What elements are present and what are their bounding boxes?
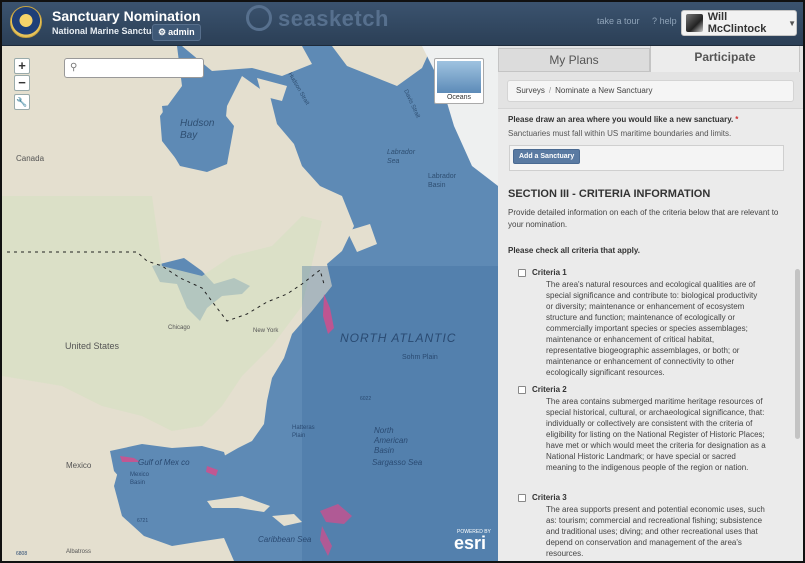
user-name: Will McClintock	[707, 11, 767, 35]
map-label-labrador-sea: Labrador Sea	[387, 149, 416, 165]
criteria-3-checkbox[interactable]	[518, 494, 526, 502]
map-label-caribbean-sea: Caribbean Sea	[258, 535, 312, 544]
seasketch-logo-icon	[246, 5, 272, 32]
map-label-mexico-basin: Mexico Basin	[130, 472, 150, 486]
map-label-north-american-basin: North American Basin	[374, 426, 408, 455]
map-label-new-york: New York	[253, 328, 279, 334]
breadcrumb-separator: /	[548, 86, 552, 95]
criteria-1-title: Criteria 1	[532, 268, 567, 277]
criteria-2-title: Criteria 2	[532, 385, 567, 394]
tab-participate[interactable]: Participate	[650, 46, 800, 72]
criteria-3-title: Criteria 3	[532, 493, 567, 502]
breadcrumb-current: Nominate a New Sanctuary	[555, 86, 653, 95]
avatar	[686, 14, 703, 32]
zoom-out-button[interactable]: −	[14, 75, 30, 91]
sanctuary-list: Add a Sanctuary	[509, 145, 784, 171]
map-label-mexico: Mexico	[66, 461, 92, 470]
add-sanctuary-button[interactable]: Add a Sanctuary	[513, 149, 581, 164]
basemap-label: Oceans	[446, 94, 472, 101]
help-label: help	[659, 16, 677, 26]
section-title: SECTION III - CRITERIA INFORMATION	[508, 188, 711, 200]
question-icon: ?	[652, 16, 658, 26]
top-links: take a tour ? help	[597, 16, 677, 26]
user-menu-button[interactable]: Will McClintock ▼	[681, 10, 797, 36]
criteria-2-checkbox[interactable]	[518, 386, 526, 394]
zoom-in-button[interactable]: +	[14, 58, 30, 74]
gear-icon: ⚙	[158, 27, 167, 37]
map-label-labrador-basin: Labrador Basin	[428, 173, 457, 189]
map-label-depth-6721: 6721	[137, 518, 149, 524]
question-draw-area: Please draw an area where you would like…	[508, 115, 738, 124]
breadcrumb-surveys[interactable]: Surveys	[516, 86, 545, 95]
map-label-albatross: Albatross	[66, 549, 92, 555]
participate-panel: My Plans Participate Surveys / Nominate a …	[498, 46, 803, 561]
criteria-2-description: The area contains submerged maritime her…	[546, 397, 766, 472]
map-view[interactable]: + − 🔧 ⚲ Oceans Hudson Bay Canada Hudson …	[2, 46, 498, 561]
admin-label: admin	[168, 27, 195, 37]
brand-name: seasketch	[278, 6, 389, 31]
tab-my-plans[interactable]: My Plans	[498, 48, 650, 72]
admin-badge[interactable]: ⚙ admin	[152, 24, 201, 41]
map-label-canada: Canada	[16, 154, 45, 163]
map-label-united-states: United States	[65, 341, 120, 351]
top-bar: Sanctuary Nomination National Marine San…	[0, 0, 805, 46]
esri-logo: esri	[454, 533, 487, 553]
map-label-depth-6808: 6808	[16, 551, 28, 557]
map-label-sohm-plain: Sohm Plain	[402, 354, 438, 361]
map-label-hatteras: Hatteras Plain	[292, 425, 315, 439]
criteria-1-description: The area's natural resources and ecologi…	[546, 280, 758, 377]
question-text: Please draw an area where you would like…	[508, 115, 734, 124]
app-title: Sanctuary Nomination	[52, 8, 201, 24]
basemap-thumbnail	[437, 61, 481, 93]
map-label-chicago: Chicago	[168, 325, 191, 331]
help-link[interactable]: ? help	[652, 16, 677, 26]
map-label-sargasso-sea: Sargasso Sea	[372, 458, 423, 467]
panel-scrollbar[interactable]	[795, 269, 800, 439]
search-icon: ⚲	[70, 62, 78, 73]
seasketch-brand[interactable]: seasketch	[246, 5, 389, 33]
map-label-gulf-of-mexico: Gulf of Mex co	[138, 458, 190, 467]
required-mark: *	[735, 115, 739, 124]
basemap-toggle[interactable]: Oceans	[434, 58, 484, 104]
map-label-north-atlantic: NORTH ATLANTIC	[340, 331, 457, 345]
breadcrumb: Surveys / Nominate a New Sanctuary	[507, 80, 794, 102]
wrench-icon[interactable]: 🔧	[14, 94, 30, 110]
criteria-3-description: The area supports present and potential …	[546, 505, 765, 558]
chevron-down-icon: ▼	[788, 18, 796, 28]
survey-form[interactable]: Please draw an area where you would like…	[498, 108, 803, 561]
map-search-input[interactable]: ⚲	[64, 58, 204, 78]
take-tour-link[interactable]: take a tour	[597, 16, 640, 26]
section-description: Provide detailed information on each of …	[508, 208, 779, 229]
map-label-depth-6022: 6022	[360, 396, 372, 402]
sanctuary-logo-icon	[10, 6, 42, 38]
criteria-1-checkbox[interactable]	[518, 269, 526, 277]
map-canvas[interactable]	[2, 46, 498, 561]
map-label-hudson-bay: Hudson Bay	[180, 118, 215, 141]
question-help-text: Sanctuaries must fall within US maritime…	[508, 129, 732, 138]
criteria-prompt: Please check all criteria that apply.	[508, 246, 640, 255]
